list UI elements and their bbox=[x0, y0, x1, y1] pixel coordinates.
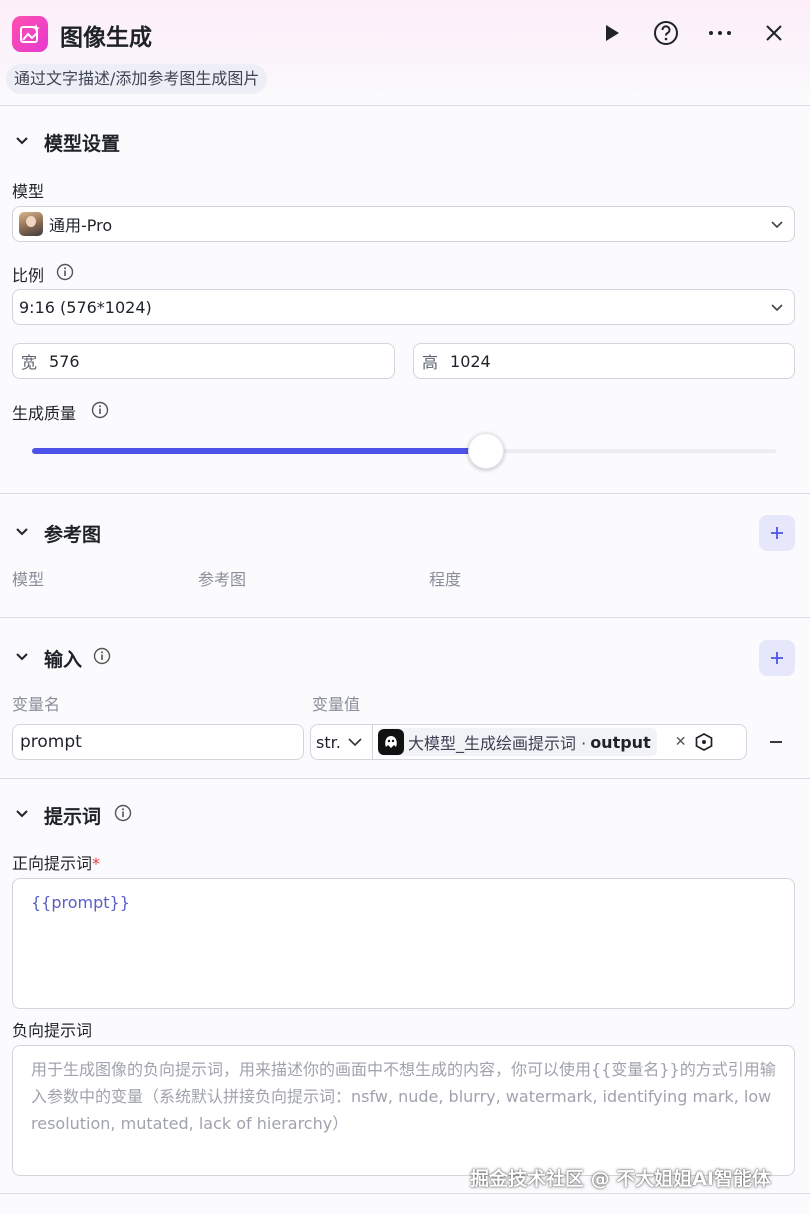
reference-col-image: 参考图 bbox=[198, 570, 247, 589]
chevron-down-icon bbox=[771, 221, 783, 229]
plus-icon bbox=[771, 527, 783, 539]
required-mark: * bbox=[92, 854, 101, 873]
clear-reference-icon[interactable]: ✕ bbox=[675, 734, 687, 750]
section-title-input: 输入 bbox=[44, 649, 83, 671]
reference-tag[interactable]: 大模型_生成绘画提示词 · output bbox=[378, 728, 657, 756]
width-input[interactable]: 宽 576 bbox=[12, 343, 395, 379]
add-reference-button[interactable] bbox=[759, 515, 795, 551]
more-button[interactable] bbox=[706, 19, 734, 47]
image-sparkle-icon bbox=[12, 16, 48, 52]
ratio-label: 比例 bbox=[12, 266, 45, 285]
play-icon bbox=[606, 25, 619, 41]
positive-prompt-textarea[interactable]: {{prompt}} bbox=[12, 878, 795, 1009]
section-title-model-settings: 模型设置 bbox=[44, 133, 121, 155]
help-icon bbox=[654, 21, 678, 45]
quality-slider-fill bbox=[32, 448, 486, 454]
reference-field-name: output bbox=[590, 732, 651, 752]
add-input-button[interactable] bbox=[759, 640, 795, 676]
model-avatar bbox=[19, 212, 43, 236]
chevron-down-icon bbox=[771, 304, 783, 312]
input-col-value: 变量值 bbox=[312, 695, 361, 714]
model-select-value: 通用-Pro bbox=[49, 216, 113, 235]
model-select[interactable]: 通用-Pro bbox=[12, 206, 795, 242]
positive-prompt-label: 正向提示词* bbox=[12, 850, 100, 874]
quality-label: 生成质量 bbox=[12, 404, 77, 423]
watermark: 掘金技术社区 @ 不大姐姐AI智能体 bbox=[470, 1168, 772, 1190]
height-value: 1024 bbox=[450, 351, 491, 371]
divider bbox=[0, 105, 810, 106]
close-icon bbox=[766, 25, 782, 41]
height-input[interactable]: 高 1024 bbox=[413, 343, 795, 379]
chevron-down-icon[interactable] bbox=[14, 649, 30, 665]
reference-node-name: 大模型_生成绘画提示词 · bbox=[408, 734, 587, 753]
width-label: 宽 bbox=[21, 353, 38, 372]
positive-prompt-label-text: 正向提示词 bbox=[12, 854, 93, 873]
reference-col-model: 模型 bbox=[12, 570, 45, 589]
chevron-down-icon bbox=[348, 738, 362, 747]
plus-icon bbox=[771, 652, 783, 664]
info-icon[interactable] bbox=[91, 401, 109, 419]
ratio-select-value: 9:16 (576*1024) bbox=[19, 297, 152, 317]
input-col-name: 变量名 bbox=[12, 695, 61, 714]
chevron-down-icon[interactable] bbox=[14, 133, 30, 149]
llm-node-icon bbox=[378, 729, 404, 755]
chevron-down-icon[interactable] bbox=[14, 806, 30, 822]
section-title-prompts: 提示词 bbox=[44, 806, 102, 828]
ratio-select[interactable]: 9:16 (576*1024) bbox=[12, 289, 795, 325]
quality-slider-thumb[interactable] bbox=[467, 433, 504, 469]
divider bbox=[0, 778, 810, 779]
page-title: 图像生成 bbox=[60, 25, 152, 51]
divider bbox=[0, 617, 810, 618]
variable-value-field[interactable]: str. 大模型_生成绘画提示词 · output ✕ bbox=[310, 724, 747, 760]
close-button[interactable] bbox=[760, 19, 788, 47]
height-label: 高 bbox=[422, 353, 439, 372]
help-button[interactable] bbox=[652, 19, 680, 47]
reference-col-strength: 程度 bbox=[429, 570, 462, 589]
section-title-reference: 参考图 bbox=[44, 524, 102, 546]
type-select-value: str. bbox=[316, 732, 341, 752]
model-label: 模型 bbox=[12, 182, 45, 201]
info-icon[interactable] bbox=[56, 263, 74, 281]
type-select[interactable]: str. bbox=[311, 725, 373, 759]
width-value: 576 bbox=[49, 351, 80, 371]
run-button[interactable] bbox=[598, 19, 626, 47]
more-icon bbox=[709, 31, 731, 35]
node-description: 通过文字描述/添加参考图生成图片 bbox=[6, 64, 268, 94]
negative-prompt-textarea[interactable]: 用于生成图像的负向提示词，用来描述你的画面中不想生成的内容，你可以使用{{变量名… bbox=[12, 1045, 795, 1176]
chevron-down-icon[interactable] bbox=[14, 524, 30, 540]
remove-variable-button[interactable] bbox=[764, 730, 788, 754]
variable-name-input[interactable]: prompt bbox=[12, 724, 304, 760]
divider bbox=[0, 1193, 810, 1194]
minus-icon bbox=[770, 741, 782, 743]
divider bbox=[0, 493, 810, 494]
negative-prompt-label: 负向提示词 bbox=[12, 1021, 93, 1040]
target-icon[interactable] bbox=[694, 732, 714, 752]
info-icon[interactable] bbox=[114, 804, 132, 822]
info-icon[interactable] bbox=[93, 647, 111, 665]
